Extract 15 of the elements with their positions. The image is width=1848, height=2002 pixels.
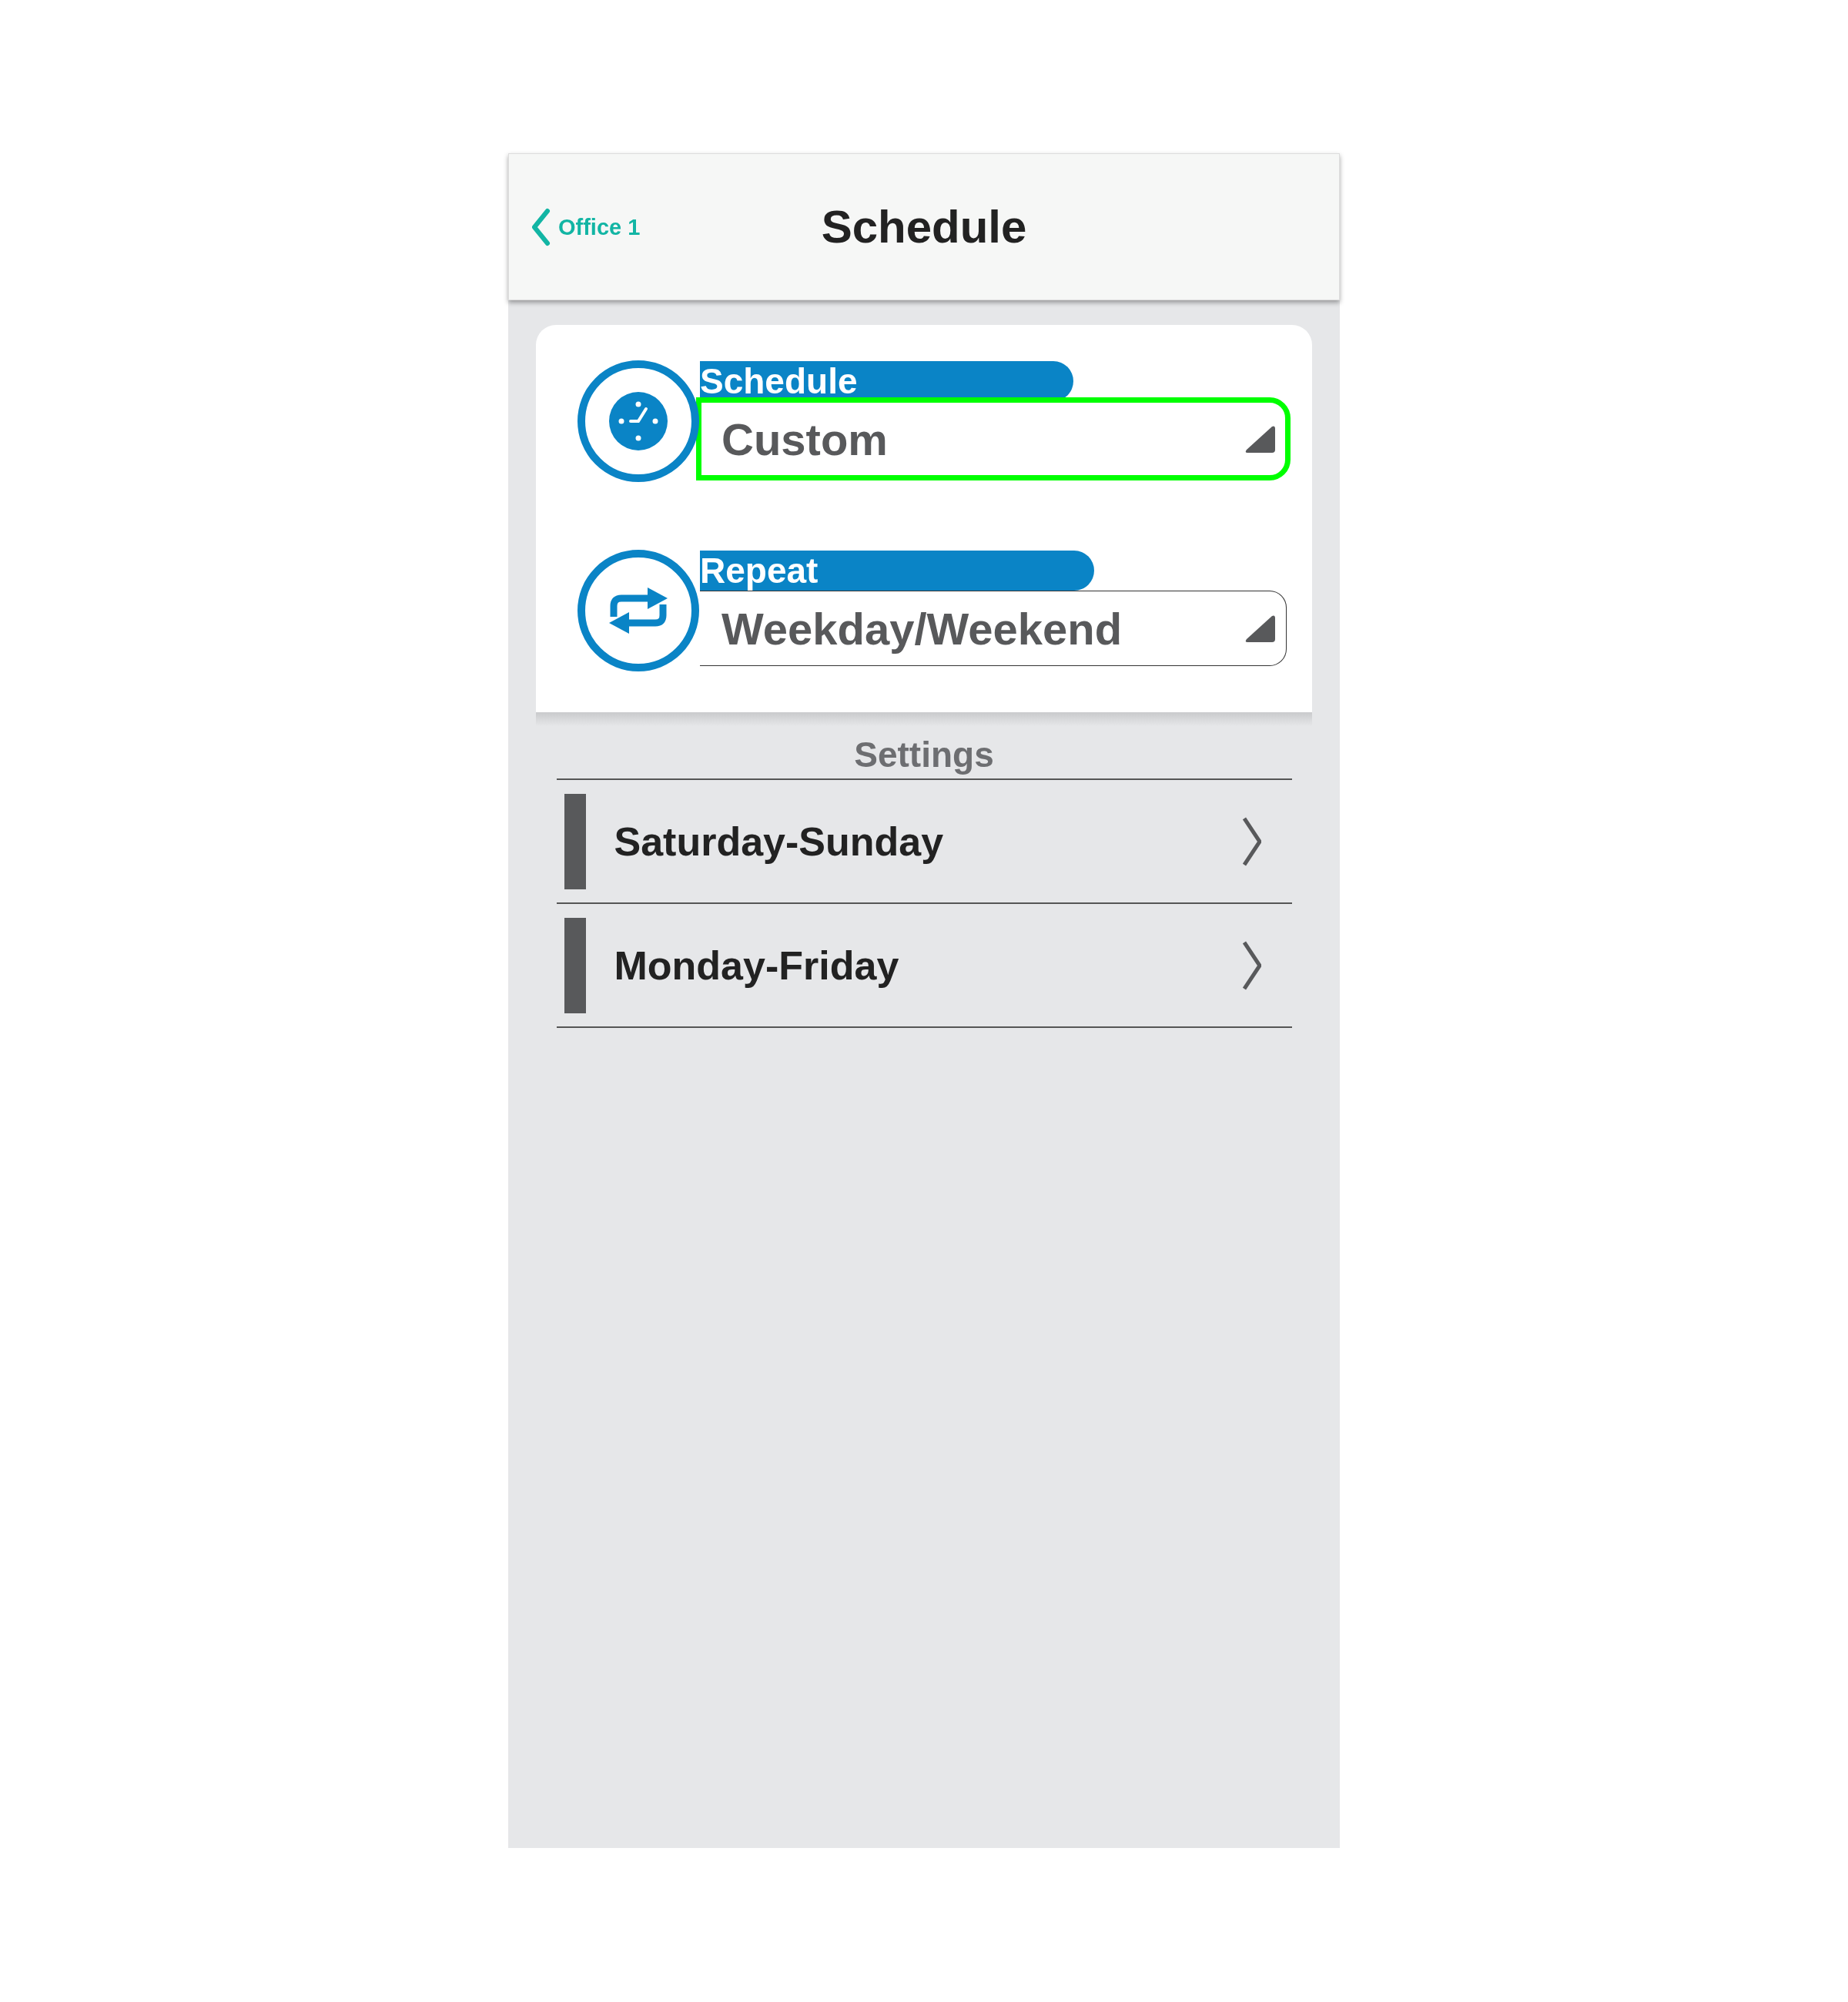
- chevron-right-icon: [1242, 940, 1261, 990]
- bar-marker-icon: [564, 917, 586, 1013]
- settings-item[interactable]: Saturday-Sunday: [556, 780, 1292, 904]
- settings-item[interactable]: Monday-Friday: [556, 904, 1292, 1028]
- screen-title: Schedule: [821, 200, 1027, 253]
- repeat-icon: [577, 549, 700, 672]
- bar-marker-icon: [564, 793, 586, 889]
- clock-icon: [577, 360, 700, 483]
- field-label: Repeat: [700, 551, 1094, 591]
- dropdown[interactable]: Weekday/Weekend: [700, 591, 1287, 666]
- dropdown-triangle-icon: [1244, 614, 1275, 642]
- dropdown-triangle-icon: [1244, 425, 1275, 453]
- back-chevron-icon: [531, 208, 551, 246]
- chevron-right-icon: [1242, 816, 1261, 866]
- section-heading: Settings: [854, 734, 994, 776]
